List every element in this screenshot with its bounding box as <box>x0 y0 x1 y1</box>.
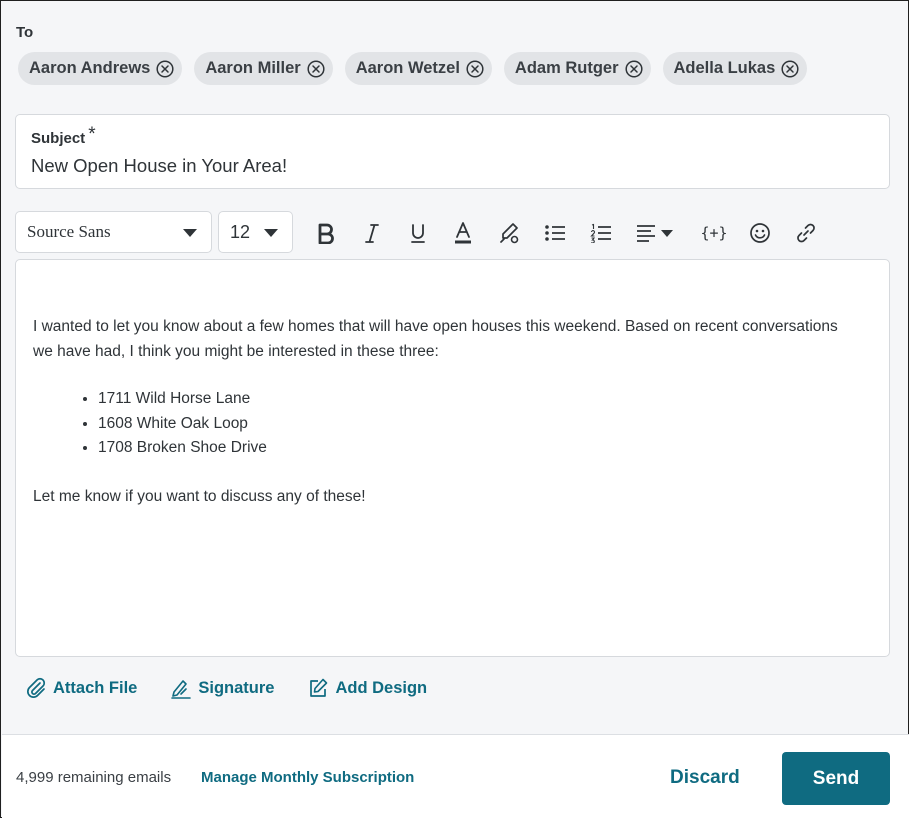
attachment-actions: Attach File Signature Add Design <box>25 677 460 699</box>
paperclip-icon <box>27 677 46 698</box>
add-design-button[interactable]: Add Design <box>307 677 427 699</box>
recipient-chip[interactable]: Adella Lukas <box>662 52 808 85</box>
chevron-down-icon <box>183 229 197 237</box>
signature-button[interactable]: Signature <box>170 677 274 699</box>
signature-icon <box>171 680 192 699</box>
list-item: 1711 Wild Horse Lane <box>98 387 267 412</box>
remove-recipient-icon[interactable] <box>466 59 484 78</box>
remove-recipient-icon[interactable] <box>156 59 174 78</box>
recipient-chips: Aaron Andrews Aaron Miller Aaron Wetzel … <box>18 52 808 85</box>
subject-label: Subject * <box>31 124 96 149</box>
body-paragraph: I wanted to let you know about a few hom… <box>33 318 838 360</box>
attach-file-label: Attach File <box>53 678 138 697</box>
subject-input[interactable]: New Open House in Your Area! <box>31 155 287 177</box>
recipient-chip[interactable]: Aaron Miller <box>194 52 333 85</box>
body-paragraph: Let me know if you want to discuss any o… <box>33 488 366 505</box>
italic-icon[interactable] <box>361 220 383 246</box>
recipient-chip[interactable]: Adam Rutger <box>503 52 651 85</box>
to-label: To <box>16 24 34 41</box>
recipient-name: Aaron Wetzel <box>355 59 460 77</box>
align-icon[interactable] <box>635 220 677 246</box>
merge-field-icon[interactable]: {+} <box>700 220 727 246</box>
attach-file-button[interactable]: Attach File <box>25 677 137 699</box>
recipient-chip[interactable]: Aaron Andrews <box>18 52 183 85</box>
subject-label-text: Subject <box>31 130 86 147</box>
remove-recipient-icon[interactable] <box>781 59 799 78</box>
bulleted-list-icon[interactable] <box>543 220 567 246</box>
recipient-name: Aaron Miller <box>205 59 301 77</box>
highlight-icon[interactable] <box>497 220 521 246</box>
list-item: 1608 White Oak Loop <box>98 412 267 437</box>
recipient-chip[interactable]: Aaron Wetzel <box>344 52 492 85</box>
font-size-value: 12 <box>230 221 251 242</box>
remaining-emails-text: 4,999 remaining emails <box>16 769 172 786</box>
edit-icon <box>310 678 328 697</box>
underline-icon[interactable] <box>406 220 430 246</box>
font-family-select[interactable]: Source Sans <box>15 211 212 253</box>
numbered-list-icon[interactable] <box>589 220 613 246</box>
text-color-icon[interactable] <box>451 220 475 246</box>
chevron-down-icon <box>264 229 278 237</box>
font-family-value: Source Sans <box>27 222 111 241</box>
font-size-select[interactable]: 12 <box>218 211 293 253</box>
discard-button[interactable]: Discard <box>670 767 740 789</box>
add-design-label: Add Design <box>335 678 428 697</box>
list-item: 1708 Broken Shoe Drive <box>98 436 267 461</box>
recipient-name: Adella Lukas <box>673 59 776 77</box>
remove-recipient-icon[interactable] <box>307 59 325 78</box>
send-button[interactable]: Send <box>782 752 890 805</box>
recipient-name: Adam Rutger <box>514 59 619 77</box>
required-mark: * <box>88 124 96 145</box>
remove-recipient-icon[interactable] <box>624 59 643 78</box>
bold-icon[interactable] <box>314 220 338 246</box>
address-list: 1711 Wild Horse Lane 1608 White Oak Loop… <box>98 387 267 461</box>
recipient-name: Aaron Andrews <box>29 59 151 77</box>
compose-email-panel: To Aaron Andrews Aaron Miller Aaron Wetz… <box>0 0 909 818</box>
emoji-icon[interactable] <box>748 220 772 246</box>
signature-label: Signature <box>198 678 275 697</box>
link-icon[interactable] <box>794 220 818 246</box>
footer-divider <box>2 734 909 735</box>
email-body-editor[interactable]: I wanted to let you know about a few hom… <box>15 259 890 657</box>
manage-subscription-link[interactable]: Manage Monthly Subscription <box>201 769 414 786</box>
subject-field[interactable]: Subject * New Open House in Your Area! <box>15 114 890 189</box>
